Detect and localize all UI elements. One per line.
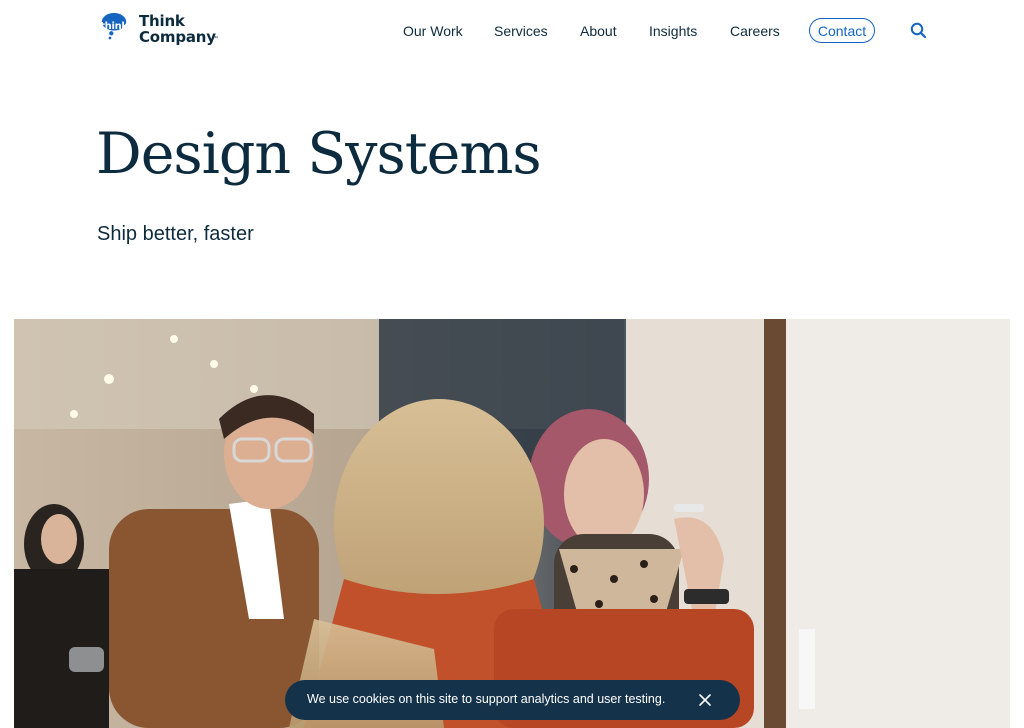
cookie-banner: We use cookies on this site to support a…: [285, 680, 740, 720]
search-button[interactable]: [909, 21, 929, 41]
hero-photo: [14, 319, 1010, 728]
think-company-logo[interactable]: think Think Company ™: [96, 12, 226, 52]
nav-item-our-work[interactable]: Our Work: [403, 23, 463, 39]
search-icon: [910, 22, 927, 39]
contact-button[interactable]: Contact: [809, 18, 875, 43]
page-title: Design Systems: [96, 121, 542, 187]
site-header: think Think Company ™ Our Work Services …: [0, 0, 1024, 64]
logo-bubble-text: think: [100, 21, 128, 32]
page-subtitle: Ship better, faster: [97, 223, 254, 245]
logo-word-line2: Company: [139, 28, 216, 46]
nav-item-services[interactable]: Services: [494, 23, 548, 39]
cookie-message: We use cookies on this site to support a…: [307, 692, 666, 706]
team-whiteboard-illustration: [14, 319, 1010, 728]
trademark-symbol: ™: [212, 36, 218, 42]
nav-item-careers[interactable]: Careers: [730, 23, 780, 39]
close-icon: [699, 694, 711, 706]
logo-wordmark: Think Company: [139, 13, 216, 45]
nav-item-about[interactable]: About: [580, 23, 617, 39]
cookie-close-button[interactable]: [695, 690, 715, 710]
nav-item-insights[interactable]: Insights: [649, 23, 697, 39]
